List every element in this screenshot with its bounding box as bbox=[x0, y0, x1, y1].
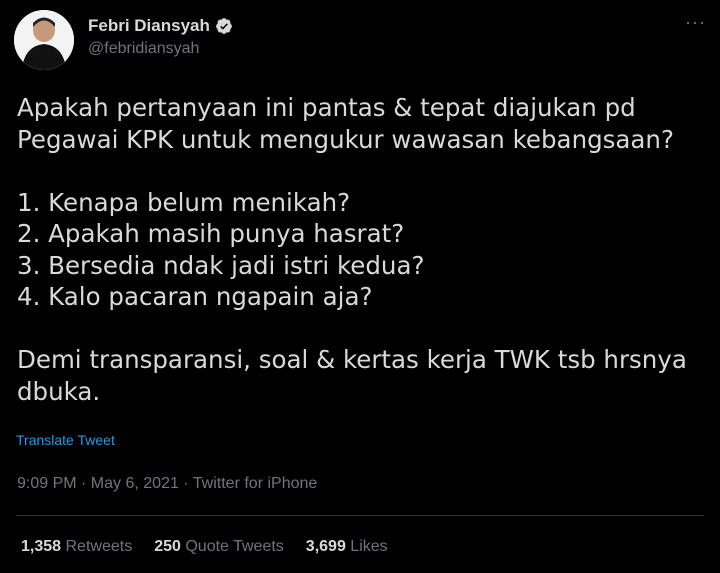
tweet-text: Apakah pertanyaan ini pantas & tepat dia… bbox=[17, 93, 687, 406]
likes-label: Likes bbox=[350, 538, 388, 555]
quotes-count: 250 bbox=[154, 538, 181, 555]
engagement-stats: 1,358 Retweets 250 Quote Tweets 3,699 Li… bbox=[21, 538, 388, 556]
more-options-icon[interactable]: ··· bbox=[685, 12, 706, 33]
tweet-timestamp[interactable]: 9:09 PM · May 6, 2021 · Twitter for iPho… bbox=[17, 475, 317, 493]
avatar[interactable] bbox=[14, 10, 74, 70]
author-block: Febri Diansyah @febridiansyah bbox=[88, 16, 233, 58]
tweet-header: Febri Diansyah @febridiansyah ··· bbox=[14, 10, 706, 70]
display-name[interactable]: Febri Diansyah bbox=[88, 16, 210, 36]
verified-badge-icon bbox=[216, 18, 232, 34]
tweet-card: Febri Diansyah @febridiansyah ··· Apakah… bbox=[0, 0, 720, 573]
divider bbox=[16, 515, 704, 516]
retweets-label: Retweets bbox=[65, 538, 133, 555]
quotes-stat[interactable]: 250 Quote Tweets bbox=[154, 538, 284, 556]
likes-stat[interactable]: 3,699 Likes bbox=[306, 538, 388, 556]
quotes-label: Quote Tweets bbox=[185, 538, 284, 555]
handle[interactable]: @febridiansyah bbox=[88, 40, 233, 58]
translate-tweet-link[interactable]: Translate Tweet bbox=[16, 432, 115, 448]
likes-count: 3,699 bbox=[305, 538, 346, 555]
avatar-icon bbox=[14, 10, 74, 70]
retweets-stat[interactable]: 1,358 Retweets bbox=[21, 538, 132, 556]
retweets-count: 1,358 bbox=[21, 538, 62, 555]
